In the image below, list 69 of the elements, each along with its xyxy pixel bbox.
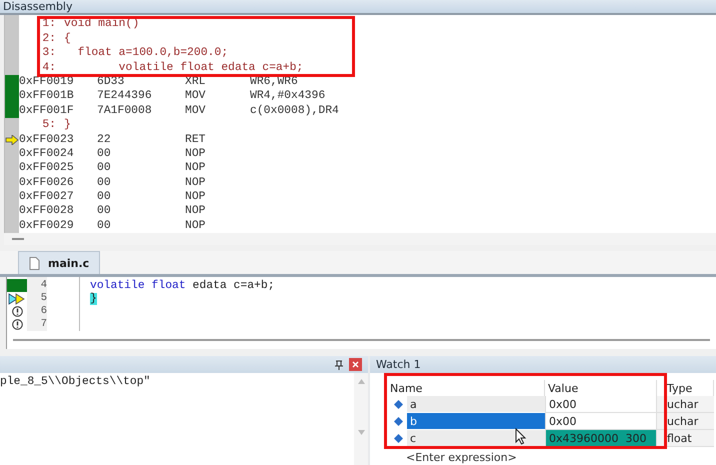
panel-title: Disassembly	[3, 0, 72, 14]
watch-type: float	[657, 430, 714, 447]
watch-type: uchar	[657, 413, 714, 430]
mnemonic: NOP	[185, 220, 207, 232]
line-number: 5:	[41, 119, 56, 132]
address: 0xFF0024	[19, 148, 75, 160]
line-number: 7	[40, 318, 47, 332]
line-number: 5	[40, 292, 47, 306]
line-number: 3:	[41, 47, 56, 60]
mnemonic: RET	[185, 134, 207, 146]
double-arrow-icon	[8, 292, 26, 305]
file-icon	[29, 256, 40, 270]
close-icon	[352, 361, 359, 368]
scroll-down-icon[interactable]	[358, 430, 364, 435]
watch-value: 0x00	[545, 413, 657, 430]
pin-icon[interactable]	[335, 360, 343, 370]
line-number: 4	[40, 279, 47, 292]
mnemonic: NOP	[185, 176, 207, 189]
opcode: 7A1F0008	[97, 104, 153, 117]
code-line: volatile float edata c=a+b;	[90, 280, 276, 292]
address: 0xFF0029	[19, 220, 75, 232]
address: 0xFF0023	[19, 134, 75, 146]
opcode: 22	[97, 134, 112, 146]
mnemonic: MOV	[185, 90, 207, 102]
opcode: 00	[97, 176, 112, 189]
mnemonic: NOP	[185, 148, 207, 160]
line-number: 2:	[41, 32, 56, 45]
opcode: 00	[97, 148, 112, 160]
address: 0xFF0027	[19, 191, 75, 204]
opcode: 00	[97, 191, 112, 204]
watch-type: uchar	[657, 396, 714, 413]
warning-icon	[12, 306, 22, 318]
mnemonic: NOP	[185, 191, 207, 204]
address: 0xFF0026	[19, 176, 75, 189]
close-button[interactable]	[349, 358, 362, 371]
mnemonic: MOV	[185, 104, 207, 117]
scroll-up-icon[interactable]	[358, 379, 364, 384]
operands: WR4,#0x4396	[250, 90, 326, 102]
panel-title: Watch 1	[376, 358, 421, 371]
source-line: volatile float edata c=a+b;	[118, 62, 304, 74]
mnemonic: NOP	[185, 162, 207, 174]
coverage-marker	[7, 279, 27, 292]
address: 0xFF0025	[19, 162, 75, 174]
scrollbar-thumb[interactable]	[12, 238, 24, 240]
source-line: void main()	[64, 18, 140, 30]
mnemonic: NOP	[185, 205, 207, 218]
line-number: 1:	[41, 18, 56, 30]
scrollbar[interactable]	[354, 373, 368, 465]
line-number: 6	[40, 305, 47, 318]
source-line: }	[64, 119, 71, 132]
source-line: {	[64, 32, 71, 45]
watch-name[interactable]: c	[407, 430, 545, 446]
operands: c(0x0008),DR4	[250, 104, 340, 117]
line-number: 4:	[41, 62, 56, 74]
watch-value: 0x43960000 300	[545, 430, 657, 447]
opcode: 7E244396	[97, 90, 153, 102]
opcode: 00	[97, 162, 112, 174]
address: 0xFF0028	[19, 205, 75, 218]
watch-value: 0x00	[545, 396, 657, 413]
source-line: float a=100.0,b=200.0;	[76, 47, 228, 60]
opcode: 00	[97, 220, 112, 232]
address: 0xFF001F	[19, 104, 75, 117]
address: 0xFF001B	[19, 90, 75, 102]
expression-placeholder[interactable]: <Enter expression>	[370, 451, 517, 465]
file-tab[interactable]: main.c	[18, 251, 100, 274]
watch-name[interactable]: a	[407, 396, 545, 412]
opcode: 00	[97, 205, 112, 218]
watch-name[interactable]: b	[407, 413, 545, 429]
command-output: ple_8_5\\Objects\\top"	[0, 374, 152, 388]
